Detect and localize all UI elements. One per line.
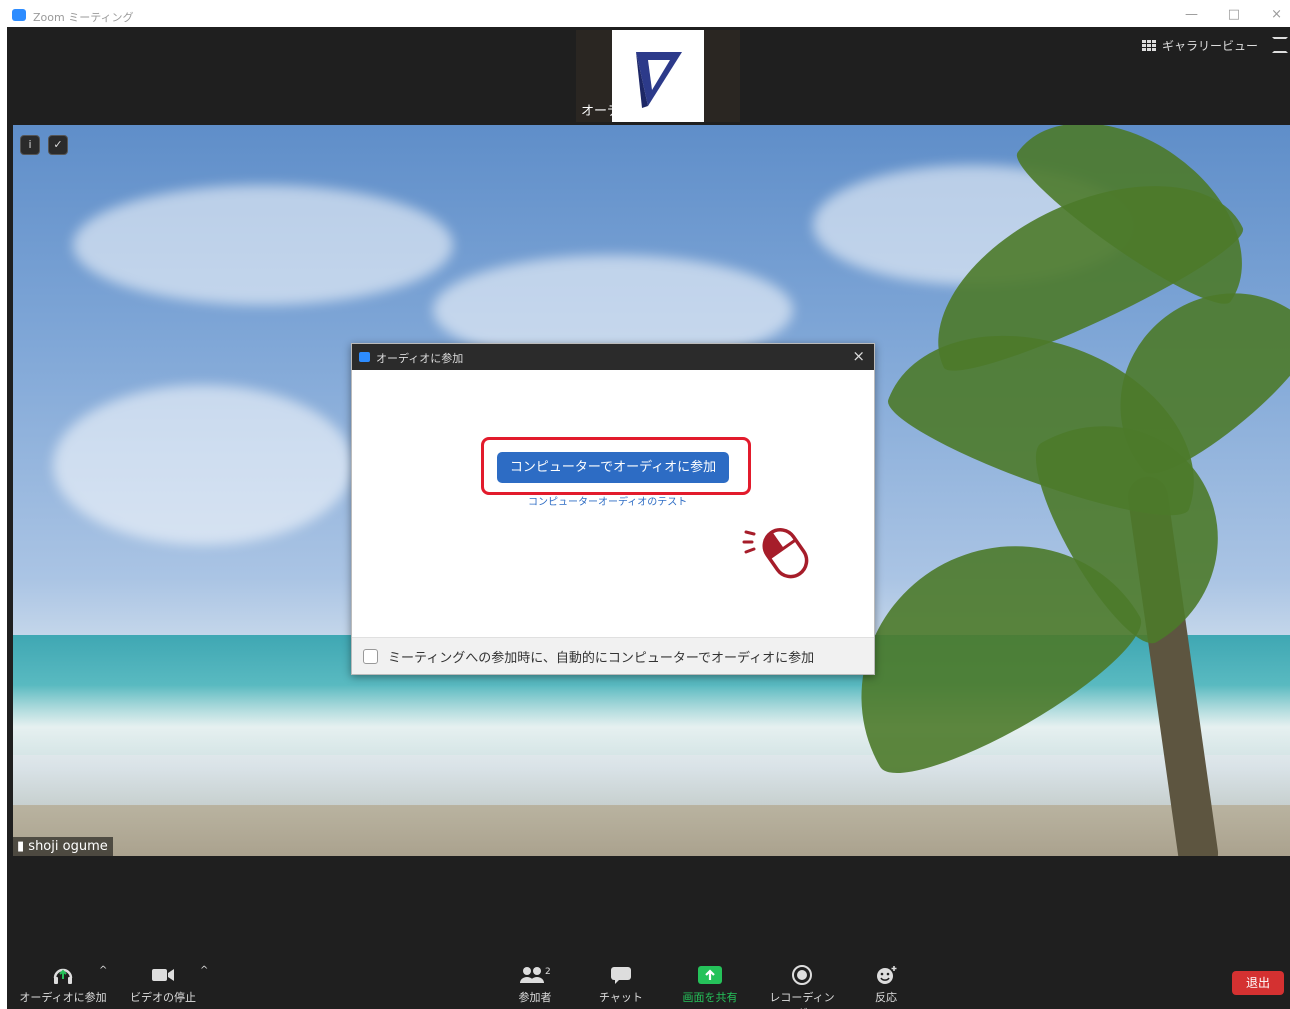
record-button[interactable]: レコーディング xyxy=(764,965,840,1009)
dialog-title-bar: オーディオに参加 × xyxy=(352,344,874,370)
join-audio-dialog: オーディオに参加 × コンピューターでオーディオに参加 コンピューターオーディオ… xyxy=(351,343,875,675)
dialog-close-button[interactable]: × xyxy=(852,347,865,365)
reactions-label: 反応 xyxy=(875,991,897,1004)
zoom-dialog-icon xyxy=(359,352,370,362)
headphones-icon xyxy=(53,968,73,984)
mouse-click-icon xyxy=(742,528,809,579)
grid-icon xyxy=(1141,39,1156,52)
title-bar: Zoom ミーティング — □ × xyxy=(7,5,1290,27)
participants-count: 2 xyxy=(545,967,551,977)
record-label: レコーディング xyxy=(769,991,835,1009)
chat-bubble-icon xyxy=(611,967,631,984)
thumbnail-name: オーデ xyxy=(581,104,621,119)
smiley-plus-icon xyxy=(877,966,897,984)
signal-icon: ▮ xyxy=(17,839,25,854)
participant-logo xyxy=(612,30,704,122)
cloud xyxy=(73,185,453,305)
dialog-title: オーディオに参加 xyxy=(376,352,464,365)
participant-name-tag: ▮ shoji ogume xyxy=(13,837,113,856)
share-screen-button[interactable]: 画面を共有 xyxy=(677,965,743,1005)
record-icon xyxy=(792,965,812,985)
info-icon[interactable]: i xyxy=(20,135,40,155)
sand xyxy=(13,805,1290,856)
shield-icon[interactable]: ✓ xyxy=(48,135,68,155)
join-audio-label: オーディオに参加 xyxy=(19,991,107,1004)
close-window-button[interactable]: × xyxy=(1271,7,1282,22)
dialog-footer: ミーティングへの参加時に、自動的にコンピューターでオーディオに参加 xyxy=(352,637,874,674)
chat-button[interactable]: チャット xyxy=(597,965,645,1005)
cloud xyxy=(53,385,353,545)
stop-video-button[interactable]: ビデオの停止 xyxy=(125,965,201,1005)
video-options-caret[interactable]: ^ xyxy=(200,965,208,976)
stop-video-label: ビデオの停止 xyxy=(130,991,196,1004)
auto-join-checkbox[interactable] xyxy=(363,649,378,664)
participant-thumbnail[interactable]: オーデ xyxy=(576,30,740,122)
window-title: Zoom ミーティング xyxy=(33,11,134,24)
audio-options-caret[interactable]: ^ xyxy=(99,965,107,976)
surf xyxy=(13,685,1290,805)
chat-label: チャット xyxy=(599,991,643,1004)
leave-button[interactable]: 退出 xyxy=(1232,971,1284,995)
participants-button[interactable]: 2 参加者 xyxy=(507,965,563,1005)
participant-name: shoji ogume xyxy=(28,839,108,854)
participants-label: 参加者 xyxy=(518,991,552,1004)
zoom-app-icon xyxy=(12,9,26,21)
meeting-info-icons: i ✓ xyxy=(20,135,68,155)
participants-icon: 2 xyxy=(520,967,551,983)
join-audio-button[interactable]: オーディオに参加 xyxy=(19,965,107,1005)
share-screen-icon xyxy=(698,966,722,984)
fullscreen-icon[interactable] xyxy=(1272,37,1288,53)
video-camera-icon xyxy=(152,969,174,981)
join-computer-audio-button[interactable]: コンピューターでオーディオに参加 xyxy=(497,452,729,483)
gallery-view-label: ギャラリービュー xyxy=(1161,39,1258,53)
test-audio-link[interactable]: コンピューターオーディオのテスト xyxy=(528,493,687,508)
meeting-toolbar: オーディオに参加 ^ ビデオの停止 ^ 2 参加者 チャット 画面を共有 レコー… xyxy=(7,953,1290,1009)
gallery-view-button[interactable]: ギャラリービュー xyxy=(1141,37,1258,54)
minimize-button[interactable]: — xyxy=(1185,7,1198,22)
reactions-button[interactable]: 反応 xyxy=(868,965,904,1005)
pennant-logo-icon xyxy=(636,52,682,108)
maximize-button[interactable]: □ xyxy=(1228,7,1240,22)
highlight-box: コンピューターでオーディオに参加 xyxy=(481,437,751,495)
zoom-window: Zoom ミーティング — □ × オーデ ギャラリービュー i ✓ ▮ sho… xyxy=(7,5,1290,1009)
auto-join-label[interactable]: ミーティングへの参加時に、自動的にコンピューターでオーディオに参加 xyxy=(388,647,814,666)
share-screen-label: 画面を共有 xyxy=(682,991,738,1004)
thumbnail-strip: オーデ ギャラリービュー xyxy=(7,27,1290,124)
